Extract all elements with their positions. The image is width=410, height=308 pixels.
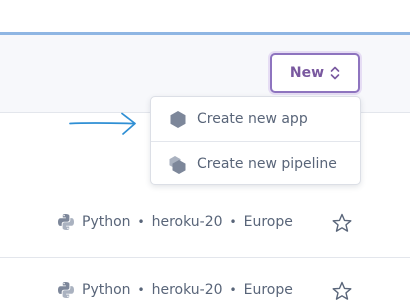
menu-item-create-new-pipeline[interactable]: Create new pipeline [151,142,360,186]
hexagon-icon [168,109,188,129]
app-region: Europe [243,214,293,230]
star-favorite-icon[interactable] [331,280,353,302]
stacked-hexagons-icon [168,154,188,174]
new-button[interactable]: New [270,53,360,93]
chevron-up-down-icon [330,66,340,80]
app-row[interactable]: Python • heroku-20 • Europe [0,207,410,237]
app-language: Python [82,282,131,298]
python-icon [57,281,75,299]
separator: • [137,283,145,297]
separator: • [229,283,237,297]
menu-item-label: Create new app [197,111,308,127]
app-meta: Python • heroku-20 • Europe [57,275,293,305]
app-meta: Python • heroku-20 • Europe [57,207,293,237]
new-dropdown-menu: Create new app Create new pipeline [150,96,361,185]
row-divider [0,257,410,258]
app-region: Europe [243,282,293,298]
star-favorite-icon[interactable] [331,212,353,234]
separator: • [137,215,145,229]
new-button-label: New [289,65,325,81]
python-icon [57,213,75,231]
page: New Create new app Create new pipeline P… [0,0,410,308]
menu-item-label: Create new pipeline [197,156,337,172]
top-area [0,0,410,32]
annotation-arrow-icon [68,110,140,142]
app-stack: heroku-20 [151,214,223,230]
separator: • [229,215,237,229]
app-stack: heroku-20 [151,282,223,298]
app-language: Python [82,214,131,230]
menu-item-create-new-app[interactable]: Create new app [151,97,360,141]
app-row[interactable]: Python • heroku-20 • Europe [0,275,410,305]
